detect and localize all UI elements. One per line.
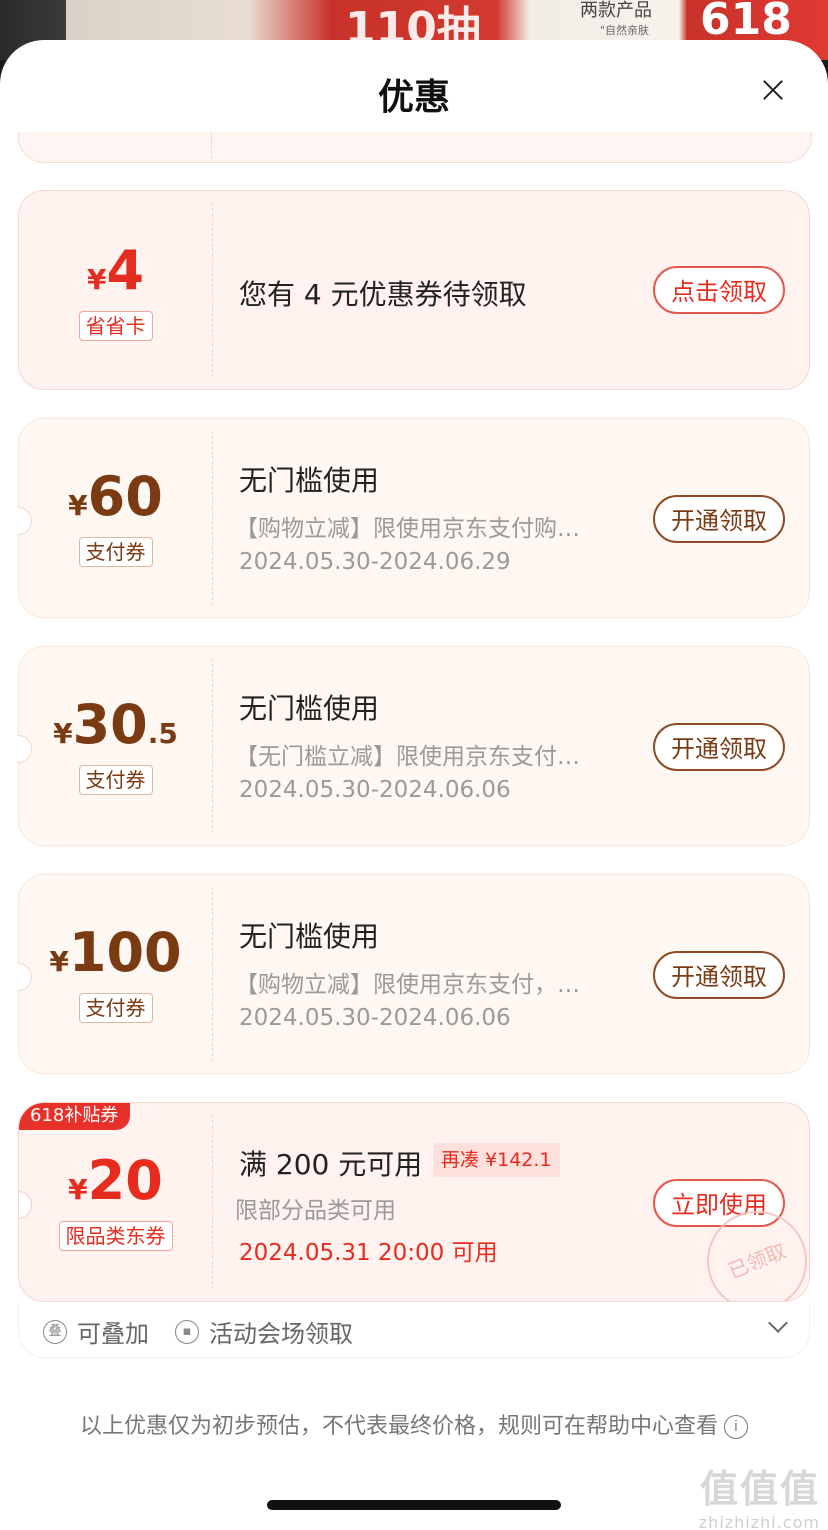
coupon-type-tag: 支付券 — [19, 993, 212, 1023]
coupon-type-tag: 限品类东券 — [19, 1221, 212, 1251]
backdrop-text: "自然亲肤 — [600, 24, 650, 37]
sheet-title: 优惠 — [377, 77, 450, 118]
coupon-title: 无门槛使用 — [239, 464, 380, 497]
coupon-available-time: 2024.05.31 20:00 可用 — [239, 1240, 498, 1266]
coupon-amount: ¥30.5 — [53, 693, 178, 756]
chevron-down-icon[interactable] — [768, 1313, 788, 1333]
coupon-type-tag: 省省卡 — [19, 311, 212, 341]
close-icon[interactable] — [760, 77, 786, 103]
coupon-card: ¥30.5 支付券 无门槛使用 【无门槛立减】限使用京东支付… 2024.05.… — [17, 646, 810, 846]
activate-claim-button[interactable]: 开通领取 — [653, 723, 785, 771]
coupon-title: 无门槛使用 — [239, 920, 380, 953]
coupon-description: 【购物立减】限使用京东支付购… — [235, 516, 580, 542]
coupon-card-partial — [18, 132, 812, 163]
coupon-title: 无门槛使用 — [239, 692, 380, 725]
discount-sheet: 优惠 ¥4 省省卡 您有 4 元优惠券待领取 点击领取 ¥60 支付券 无门槛使… — [0, 40, 828, 1530]
backdrop-text: 两款产品 — [580, 0, 652, 21]
coupon-title: 满 200 元可用 — [239, 1148, 423, 1181]
backdrop-text: 618 — [700, 0, 792, 45]
venue-label: ▪ 活动会场领取 — [175, 1314, 353, 1349]
subsidy-ribbon: 618补贴券 — [19, 1103, 131, 1130]
coupon-type-tag: 支付券 — [19, 765, 212, 795]
coupon-validity: 2024.05.30-2024.06.29 — [239, 549, 511, 575]
coupon-card: ¥100 支付券 无门槛使用 【购物立减】限使用京东支付，… 2024.05.3… — [17, 874, 810, 1074]
stack-icon: 叠 — [43, 1319, 67, 1344]
coupon-card: 618补贴券 ¥20 限品类东券 满 200 元可用 再凑 ¥142.1 限部分… — [18, 1102, 810, 1302]
activate-claim-button[interactable]: 开通领取 — [653, 495, 785, 543]
coupon-title: 您有 4 元优惠券待领取 — [239, 278, 527, 311]
coupon-type-tag: 支付券 — [19, 537, 212, 567]
home-indicator[interactable] — [267, 1500, 561, 1510]
activate-claim-button[interactable]: 开通领取 — [653, 951, 785, 999]
coupon-amount: ¥20 — [68, 1149, 163, 1212]
disclaimer-text: 以上优惠仅为初步预估，不代表最终价格，规则可在帮助中心查看 i — [0, 1408, 828, 1440]
coupon-validity: 2024.05.30-2024.06.06 — [239, 777, 511, 803]
add-more-badge: 再凑 ¥142.1 — [433, 1143, 560, 1177]
coupon-description: 【无门槛立减】限使用京东支付… — [235, 744, 580, 770]
coupon-card: ¥4 省省卡 您有 4 元优惠券待领取 点击领取 — [18, 190, 810, 390]
coupon-description: 【购物立减】限使用京东支付，… — [235, 972, 580, 998]
watermark: 值值值 zhizhizhi.com — [698, 1467, 820, 1530]
stackable-label: 叠可叠加 — [43, 1314, 149, 1349]
coupon-footer[interactable]: 叠可叠加 ▪ 活动会场领取 — [18, 1302, 810, 1358]
coupon-validity: 2024.05.30-2024.06.06 — [239, 1005, 511, 1031]
coupon-description: 限部分品类可用 — [235, 1198, 396, 1224]
ticket-icon: ▪ — [175, 1319, 199, 1344]
claim-button[interactable]: 点击领取 — [653, 266, 785, 314]
coupon-amount: ¥60 — [68, 465, 163, 528]
coupon-amount: ¥100 — [49, 921, 182, 984]
coupon-card: ¥60 支付券 无门槛使用 【购物立减】限使用京东支付购… 2024.05.30… — [17, 418, 810, 618]
info-icon[interactable]: i — [724, 1415, 748, 1439]
coupon-amount: ¥4 — [86, 239, 145, 302]
